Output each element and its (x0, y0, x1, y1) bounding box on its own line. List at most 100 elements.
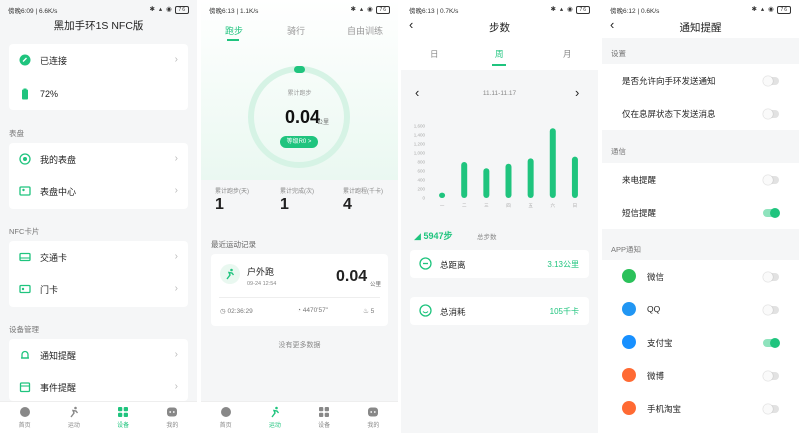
connected-label: 已连接 (40, 55, 68, 66)
battery-level-icon (19, 88, 31, 100)
total-steps-label: 总步数 (477, 234, 497, 241)
tab-free-training[interactable]: 自由训练 (347, 24, 383, 37)
watch-center-row[interactable]: 表盘中心 › (9, 175, 188, 207)
watch-center-label: 表盘中心 (40, 186, 77, 197)
x-tick-label: 一 (440, 203, 445, 208)
no-more-data: 没有更多数据 (278, 342, 321, 349)
nav-device[interactable]: 设备 (99, 402, 148, 433)
next-week-icon[interactable]: › (575, 85, 579, 100)
door-card-row[interactable]: 门卡 › (9, 273, 188, 305)
tab-week[interactable]: 周 (495, 48, 504, 60)
y-tick-label: 800 (417, 160, 425, 165)
status-bar: 傍晚6:12 | 0.6K/s ✱ ▴ ◉ 76 (602, 0, 799, 16)
tab-cycling[interactable]: 骑行 (287, 24, 305, 37)
x-tick-label: 六 (551, 202, 556, 209)
step-bar[interactable] (483, 168, 490, 198)
app-toggle[interactable] (763, 371, 779, 381)
nav-sport[interactable]: 运动 (49, 402, 98, 433)
tab-running[interactable]: 跑步 (225, 24, 243, 37)
x-tick-label: 日 (573, 203, 578, 209)
screen-off-toggle[interactable] (763, 109, 779, 119)
step-bar[interactable] (461, 162, 468, 198)
step-bar[interactable] (505, 163, 512, 198)
sms-reminder-label: 短信提醒 (622, 208, 657, 218)
stat-calories-label: 累计跑程(千卡) (343, 189, 383, 195)
record-calories-value: 5 (370, 308, 375, 315)
nav-device[interactable]: 设备 (300, 402, 349, 433)
total-steps: ◢ 5947步 (414, 229, 452, 242)
chevron-right-icon: › (174, 251, 178, 262)
runner-icon (226, 268, 235, 280)
nav-mine[interactable]: 我的 (148, 402, 197, 433)
nav-sport-label: 运动 (268, 423, 281, 429)
tab-day[interactable]: 日 (430, 48, 439, 60)
y-tick-label: 200 (417, 187, 425, 192)
nav-sport[interactable]: 运动 (250, 402, 299, 433)
y-tick-label: 1,400 (414, 133, 426, 138)
stat-count-label: 累计完成(次) (280, 189, 314, 195)
door-card-icon (19, 283, 31, 295)
app-toggle[interactable] (763, 404, 779, 414)
status-time: 傍晚6:09 | 6.6K/s (8, 8, 58, 15)
record-card[interactable]: 户外跑 09-24 12:54 0.04 公里 ◷ 02:36:29 ◔ 447… (211, 254, 388, 326)
status-time: 傍晚6:12 | 0.6K/s (610, 8, 660, 15)
nav-mine[interactable]: 我的 (349, 402, 398, 433)
sms-reminder-toggle[interactable] (763, 208, 780, 218)
battery-row: 72% (9, 78, 188, 110)
settings-group: 是否允许向手环发送通知 仅在息屏状态下发送消息 (602, 64, 799, 130)
step-bar[interactable] (527, 158, 534, 198)
y-tick-label: 0 (422, 196, 425, 201)
chevron-right-icon: › (174, 381, 178, 392)
call-reminder-label: 来电提醒 (622, 175, 657, 185)
app-toggle[interactable] (763, 338, 780, 348)
my-watch-face-row[interactable]: 我的表盘 › (9, 143, 188, 175)
notification-row[interactable]: 通知提醒 › (9, 339, 188, 371)
connection-card: 已连接 › 72% (9, 44, 188, 110)
calendar-icon (19, 381, 31, 393)
battery-label: 72% (40, 89, 59, 99)
battery-icon: 76 (576, 6, 590, 14)
app-notification-row: 微信 (602, 260, 799, 293)
battery-icon: 76 (376, 6, 390, 14)
allow-push-toggle[interactable] (763, 76, 779, 86)
allow-push-label: 是否允许向手环发送通知 (622, 76, 716, 86)
call-reminder-toggle[interactable] (763, 175, 779, 185)
app-label: 支付宝 (647, 338, 673, 348)
chevron-right-icon: › (174, 185, 178, 196)
app-label: 手机淘宝 (647, 404, 682, 414)
ring-label: 累计跑步 (287, 91, 312, 97)
distance-card: 总距离 3.13公里 (410, 250, 589, 278)
app-toggle[interactable] (763, 305, 779, 315)
section-communication: 通信 (611, 147, 626, 156)
connected-row[interactable]: 已连接 › (9, 44, 188, 76)
level-button[interactable]: 等级R0 > (280, 136, 318, 148)
nav-mine-label: 我的 (367, 423, 380, 429)
transit-card-row[interactable]: 交通卡 › (9, 241, 188, 273)
x-tick-label: 三 (484, 203, 489, 208)
tab-month[interactable]: 月 (563, 48, 572, 60)
x-tick-label: 五 (528, 203, 533, 208)
nav-sport-label: 运动 (67, 423, 80, 429)
page-title: 步数 (489, 22, 510, 34)
record-pace: ◔ 4470'57" (297, 307, 328, 314)
nav-home[interactable]: 首页 (0, 402, 49, 433)
record-type: 户外跑 (247, 267, 275, 277)
recent-records-title: 最近运动记录 (211, 240, 256, 249)
status-bar: 傍晚6:13 | 1.1K/s ✱ ▴ ◉ 76 (201, 0, 398, 16)
nav-home-label: 首页 (219, 423, 232, 429)
status-bar: 傍晚6:09 | 6.6K/s ✱ ▴ ◉ 76 (0, 0, 197, 16)
bottom-nav: 首页 运动 设备 我的 (0, 401, 197, 433)
event-reminder-label: 事件提醒 (40, 382, 77, 393)
step-bar[interactable] (549, 128, 556, 198)
step-bar[interactable] (439, 192, 446, 198)
step-bar[interactable] (571, 156, 578, 198)
nav-mine-label: 我的 (166, 423, 179, 429)
total-distance: 0.04 (285, 107, 321, 127)
app-toggle[interactable] (763, 272, 779, 282)
event-reminder-row[interactable]: 事件提醒 › (9, 371, 188, 403)
status-icons: ✱ ▴ ◉ 76 (351, 5, 390, 16)
record-date: 09-24 12:54 (247, 281, 277, 287)
nav-home[interactable]: 首页 (201, 402, 250, 433)
nav-device-label: 设备 (117, 423, 130, 429)
stat-calories-value: 4 (343, 196, 352, 213)
